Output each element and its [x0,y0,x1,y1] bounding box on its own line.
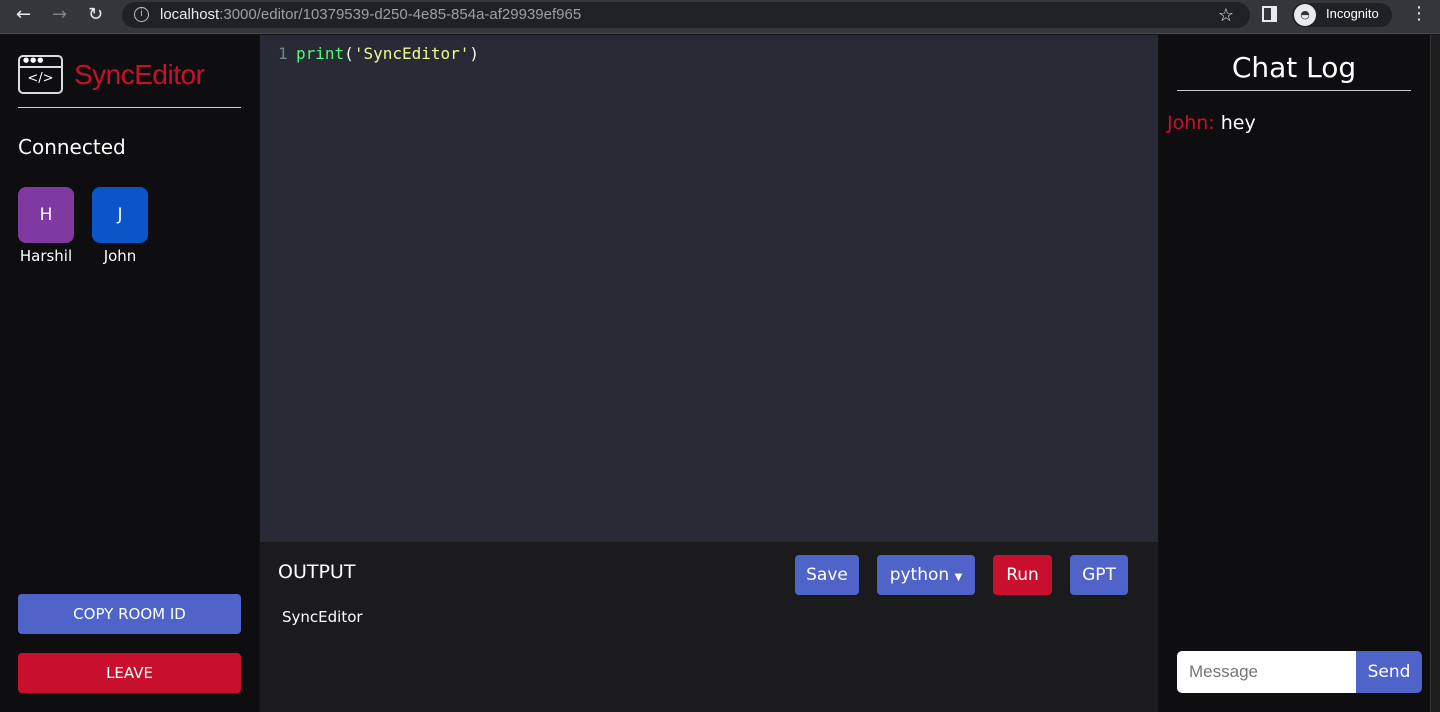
divider [18,107,241,108]
avatar: H [18,187,74,243]
output-panel: OUTPUT SyncEditor Save python ▼ Run GPT [260,542,1158,712]
connected-heading: Connected [18,135,126,159]
user-avatar: H Harshil [16,187,76,265]
brand-name: SyncEditor [74,59,205,90]
leave-button[interactable]: LEAVE [18,653,241,693]
browser-toolbar: ← → ↻ i localhost:3000/editor/10379539-d… [0,0,1440,34]
send-button[interactable]: Send [1356,651,1422,693]
avatar: J [92,187,148,243]
reload-icon[interactable]: ↻ [88,4,103,25]
message-text: hey [1220,112,1256,134]
output-text: SyncEditor [282,608,363,626]
profile-button[interactable]: ◓ Incognito [1292,3,1392,27]
scrollbar[interactable] [1430,35,1440,712]
logo-icon: ●●● </> [18,55,63,94]
back-icon[interactable]: ← [16,4,31,25]
side-panel-icon[interactable] [1262,6,1277,22]
info-icon[interactable]: i [134,7,149,22]
chat-message: John: hey [1167,112,1256,134]
caret-down-icon: ▼ [954,572,963,583]
language-dropdown[interactable]: python ▼ [877,555,975,595]
address-bar[interactable]: i localhost:3000/editor/10379539-d250-4e… [122,2,1250,28]
chat-panel: Chat Log John: hey Send [1159,35,1430,712]
sidebar: ●●● </> SyncEditor Connected H Harshil J … [0,35,259,712]
message-author: John: [1167,112,1215,134]
forward-icon[interactable]: → [52,4,67,25]
code-line: print('SyncEditor') [296,44,480,63]
menu-icon[interactable]: ⋮ [1410,3,1428,24]
chat-title: Chat Log [1177,51,1411,91]
code-editor[interactable]: 1 print('SyncEditor') [260,35,1158,542]
gpt-button[interactable]: GPT [1070,555,1128,595]
user-name: Harshil [19,247,73,265]
user-avatar: J John [90,187,150,265]
star-icon[interactable]: ☆ [1218,2,1234,28]
run-button[interactable]: Run [993,555,1052,595]
copy-room-id-button[interactable]: COPY ROOM ID [18,594,241,634]
message-input[interactable] [1177,651,1357,693]
output-heading: OUTPUT [278,561,356,583]
user-name: John [103,247,137,265]
save-button[interactable]: Save [795,555,859,595]
line-number: 1 [278,44,288,63]
incognito-icon: ◓ [1294,4,1316,26]
